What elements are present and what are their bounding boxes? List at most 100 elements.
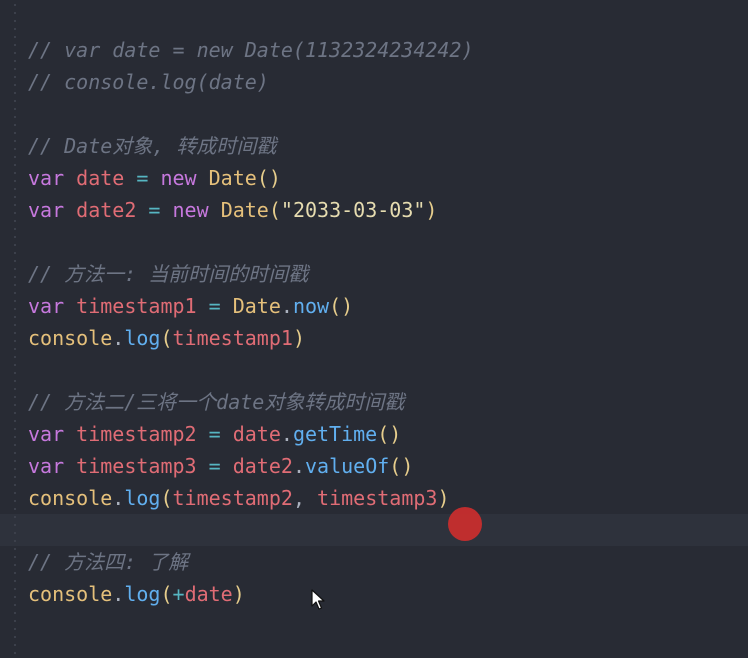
indent-guide-dot [14, 556, 16, 558]
indent-guide-dot [14, 308, 16, 310]
indent-guide-dot [14, 52, 16, 54]
code-token: now [292, 294, 330, 318]
indent-guide-dot [14, 148, 16, 150]
code-line[interactable]: var timestamp1 = Date.now() [28, 290, 353, 322]
current-line-highlight [0, 514, 748, 546]
indent-guide-dot [14, 164, 16, 166]
code-token: + [172, 582, 185, 606]
code-token: ) [437, 486, 450, 510]
indent-guide-dot [14, 388, 16, 390]
code-token: . [112, 582, 125, 606]
indent-guide-dot [14, 332, 16, 334]
indent-guide-dot [14, 460, 16, 462]
code-line[interactable]: var timestamp2 = date.getTime() [28, 418, 401, 450]
indent-guide-dot [14, 500, 16, 502]
indent-guide-dot [14, 108, 16, 110]
code-line[interactable]: var date2 = new Date("2033-03-03") [28, 194, 437, 226]
code-token: = [136, 198, 173, 222]
indent-guide-dot [14, 156, 16, 158]
code-token: ) [232, 582, 245, 606]
code-line[interactable]: var timestamp3 = date2.valueOf() [28, 450, 413, 482]
code-token: var [28, 198, 65, 222]
code-line[interactable]: // 方法二/三将一个date对象转成时间戳 [28, 386, 404, 418]
code-token: ( [160, 486, 173, 510]
code-token: timestamp2 [76, 422, 197, 446]
code-token: // 方法一: 当前时间的时间戳 [28, 262, 309, 286]
code-editor[interactable]: // var date = new Date(1132324234242) // … [0, 0, 748, 658]
indent-guide-dot [14, 492, 16, 494]
code-token: = [196, 294, 233, 318]
indent-guide-dot [14, 20, 16, 22]
code-token: date2 [232, 454, 293, 478]
indent-guide-dot [14, 404, 16, 406]
indent-guide-dot [14, 484, 16, 486]
code-line[interactable]: // 方法一: 当前时间的时间戳 [28, 258, 308, 290]
code-token: console [28, 326, 113, 350]
code-token: ) [425, 198, 438, 222]
indent-guide-dot [14, 228, 16, 230]
code-token: new [160, 166, 197, 190]
code-token: () [329, 294, 354, 318]
code-line[interactable]: console.log(+date) [28, 578, 245, 610]
indent-guide-dot [14, 188, 16, 190]
indent-guide-dot [14, 140, 16, 142]
code-token: date [184, 582, 233, 606]
indent-guide-dot [14, 652, 16, 654]
indent-guide-dot [14, 268, 16, 270]
code-line[interactable]: // Date对象, 转成时间戳 [28, 130, 276, 162]
code-token: = [196, 422, 233, 446]
code-line[interactable]: var date = new Date() [28, 162, 281, 194]
click-indicator-icon [448, 507, 482, 541]
indent-guide-dot [14, 452, 16, 454]
code-line[interactable]: console.log(timestamp1) [28, 322, 305, 354]
indent-guide-dot [14, 364, 16, 366]
indent-guide-dot [14, 436, 16, 438]
code-line[interactable]: console.log(timestamp2, timestamp3) [28, 482, 450, 514]
code-token: . [112, 486, 125, 510]
indent-guide-dot [14, 396, 16, 398]
code-token: () [389, 454, 414, 478]
indent-guide-dot [14, 84, 16, 86]
indent-guide-dot [14, 196, 16, 198]
indent-guide-dot [14, 252, 16, 254]
indent-guide-dot [14, 580, 16, 582]
code-line[interactable]: // console.log(date) [28, 66, 269, 98]
code-line[interactable]: // var date = new Date(1132324234242) [28, 34, 474, 66]
indent-guide-dot [14, 620, 16, 622]
indent-guide-dot [14, 300, 16, 302]
indent-guide-dot [14, 572, 16, 574]
indent-guide-dot [14, 68, 16, 70]
indent-guide-dot [14, 372, 16, 374]
code-token: timestamp3 [76, 454, 197, 478]
indent-guide-dot [14, 276, 16, 278]
code-token: . [112, 326, 125, 350]
code-token: timestamp2 [172, 486, 293, 510]
code-token: () [377, 422, 402, 446]
code-token: = [196, 454, 233, 478]
indent-guide-dot [14, 348, 16, 350]
code-token: ) [292, 326, 305, 350]
code-line[interactable]: // 方法四: 了解 [28, 546, 188, 578]
indent-guide-dot [14, 204, 16, 206]
code-token: log [124, 326, 161, 350]
code-token: date2 [76, 198, 137, 222]
indent-guide-dot [14, 636, 16, 638]
indent-guide-dot [14, 44, 16, 46]
code-token: . [292, 454, 305, 478]
code-token: date [232, 422, 281, 446]
code-token: date [76, 166, 125, 190]
indent-guide [14, 0, 28, 658]
code-token: Date [220, 198, 269, 222]
code-token: var [28, 454, 65, 478]
indent-guide-dot [14, 116, 16, 118]
indent-guide-dot [14, 124, 16, 126]
code-token: , [292, 486, 318, 510]
code-token: // Date对象, 转成时间戳 [28, 134, 277, 158]
code-token: timestamp1 [76, 294, 197, 318]
indent-guide-dot [14, 612, 16, 614]
indent-guide-dot [14, 628, 16, 630]
code-token: new [172, 198, 209, 222]
code-token: console [28, 486, 113, 510]
indent-guide-dot [14, 412, 16, 414]
indent-guide-dot [14, 340, 16, 342]
